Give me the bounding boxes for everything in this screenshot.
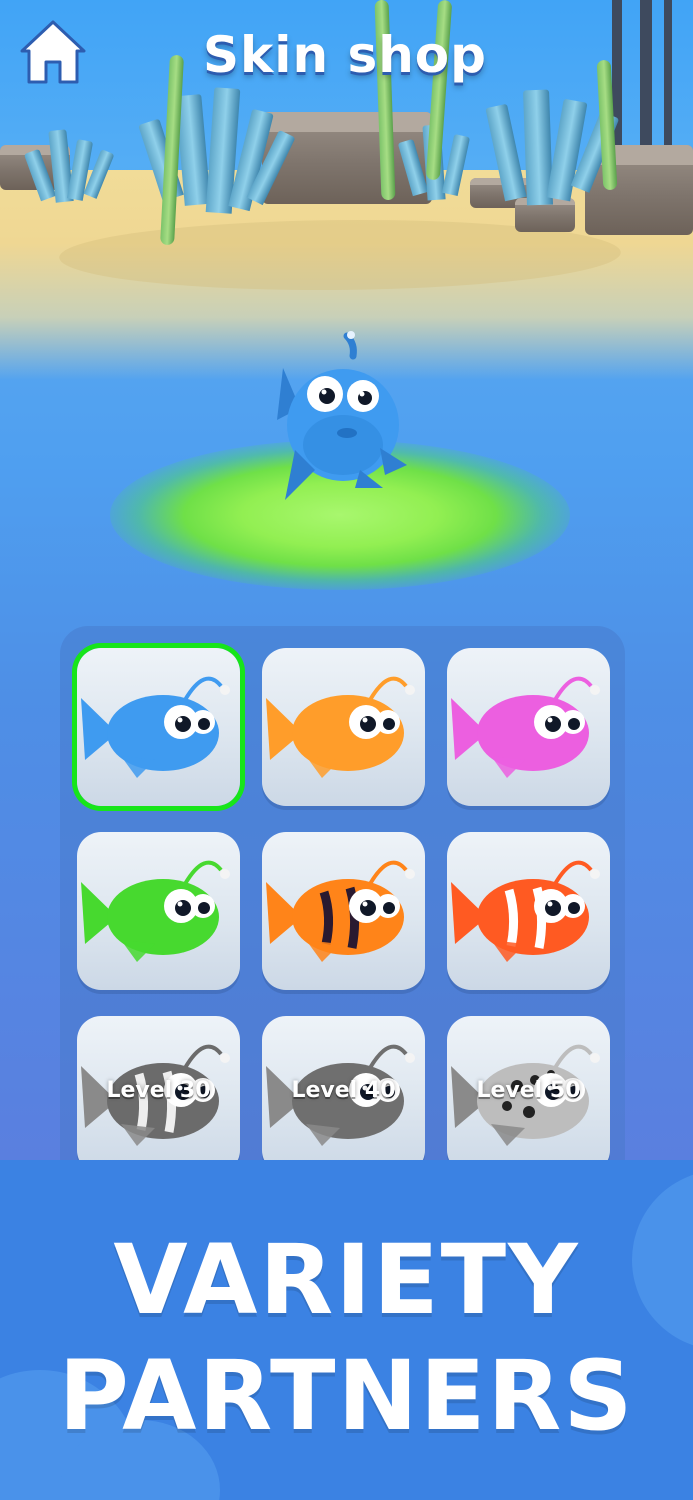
banner-line-2: PARTNERS bbox=[58, 1340, 635, 1452]
page-title: Skin shop bbox=[203, 26, 487, 84]
fish-icon bbox=[266, 860, 415, 962]
skin-card-orange[interactable] bbox=[262, 648, 425, 806]
skin-card-blue[interactable] bbox=[77, 648, 240, 806]
skin-card-locked-spotted[interactable]: Level 50 bbox=[447, 1016, 610, 1174]
home-button[interactable] bbox=[18, 18, 88, 88]
fish-icon bbox=[81, 860, 230, 962]
skin-card-locked-grey[interactable]: Level 40 bbox=[262, 1016, 425, 1174]
home-icon bbox=[20, 20, 86, 84]
unlock-level-label: Level 40 bbox=[291, 1078, 396, 1103]
fish-icon bbox=[266, 676, 415, 778]
unlock-level-label: Level 50 bbox=[476, 1078, 581, 1103]
skin-card-green[interactable] bbox=[77, 832, 240, 990]
banner-line-1: VARIETY bbox=[113, 1224, 580, 1336]
skin-card-tiger-orange[interactable] bbox=[262, 832, 425, 990]
skin-card-clown-red[interactable] bbox=[447, 832, 610, 990]
skin-grid-panel: Level 30 Level 40 Level 50 bbox=[60, 626, 625, 1186]
pole bbox=[664, 0, 672, 150]
fish-icon bbox=[451, 860, 600, 962]
unlock-level-label: Level 30 bbox=[106, 1078, 211, 1103]
skin-card-pink[interactable] bbox=[447, 648, 610, 806]
fish-icon bbox=[451, 676, 600, 778]
promo-banner: VARIETY PARTNERS bbox=[0, 1160, 693, 1500]
fish-icon bbox=[81, 676, 230, 778]
skin-card-locked-striped[interactable]: Level 30 bbox=[77, 1016, 240, 1174]
hero-fish bbox=[277, 331, 407, 500]
pole bbox=[640, 0, 652, 150]
